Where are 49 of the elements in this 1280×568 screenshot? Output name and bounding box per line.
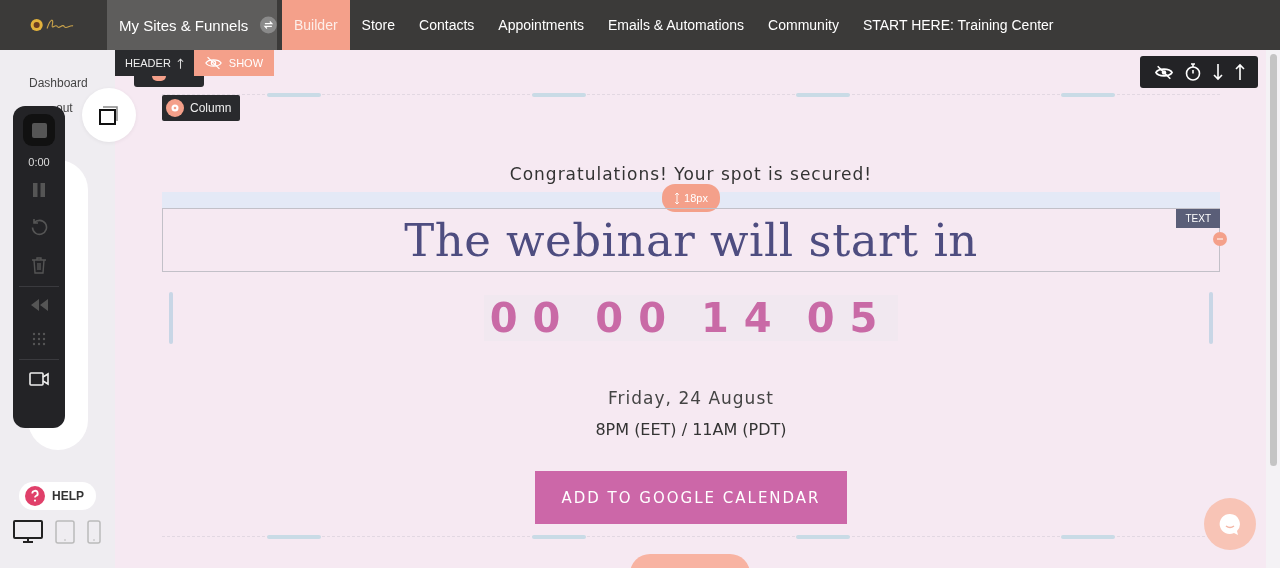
resize-handle-icon[interactable]	[1213, 232, 1227, 246]
countdown-digits: 00	[595, 295, 681, 341]
countdown-digits: 05	[806, 295, 893, 341]
rewind-icon[interactable]	[29, 299, 49, 311]
subtitle-text: Congratulations! Your spot is secured!	[508, 163, 874, 185]
nav-tab[interactable]: Store	[349, 0, 408, 50]
recording-time: 0:00	[28, 156, 50, 168]
column-tag[interactable]: Column	[162, 95, 241, 121]
mobile-icon[interactable]	[87, 520, 101, 544]
stop-button[interactable]	[23, 114, 55, 146]
nav-tab[interactable]: Contacts	[407, 0, 487, 50]
date-text: Friday, 24 August	[607, 388, 775, 408]
nav-tab[interactable]: START HERE: Training Center	[850, 0, 1066, 50]
drag-handle[interactable]	[1209, 292, 1213, 344]
copy-icon	[98, 104, 120, 126]
countdown-digits: 14	[701, 295, 787, 341]
nav-tab[interactable]: Community	[756, 0, 851, 50]
question-icon	[25, 486, 45, 506]
section-tag[interactable]	[134, 76, 204, 87]
nav-tab[interactable]: Appointments	[486, 0, 596, 50]
pause-icon[interactable]	[31, 182, 47, 198]
help-button[interactable]: HELP	[19, 482, 96, 510]
dashboard-link[interactable]: Dashboard	[29, 76, 88, 90]
chat-bubble-icon	[1218, 512, 1242, 536]
eye-off-icon	[204, 56, 222, 70]
resize-vertical-icon	[674, 192, 681, 204]
headline-text: The webinar will start in	[404, 213, 978, 267]
tablet-icon[interactable]	[55, 520, 75, 544]
countdown-digits: 00	[489, 295, 576, 341]
restart-icon[interactable]	[30, 218, 48, 236]
sites-menu[interactable]: My Sites & Funnels	[107, 0, 277, 50]
desktop-icon[interactable]	[13, 520, 43, 544]
duplicate-button[interactable]	[82, 88, 136, 142]
selected-text-element[interactable]: The webinar will start in TEXT	[162, 208, 1220, 272]
time-text: 8PM (EET) / 11AM (PDT)	[594, 420, 788, 439]
video-camera-icon[interactable]	[29, 372, 49, 386]
trash-icon[interactable]	[31, 256, 47, 274]
nav-tab[interactable]: Emails & Automations	[595, 0, 757, 50]
drag-handle[interactable]	[169, 292, 173, 344]
eye-off-icon[interactable]	[1155, 64, 1173, 80]
stopwatch-icon[interactable]	[1185, 63, 1201, 81]
element-type-tag: TEXT	[1176, 209, 1220, 228]
grid-icon[interactable]	[31, 331, 47, 347]
gear-icon	[166, 99, 184, 117]
arrow-up-icon[interactable]	[176, 57, 184, 69]
header-tag[interactable]: HEADER	[115, 50, 194, 76]
arrow-down-icon[interactable]	[1213, 63, 1223, 81]
chat-button[interactable]	[1204, 498, 1256, 550]
scrollbar[interactable]	[1266, 50, 1280, 568]
